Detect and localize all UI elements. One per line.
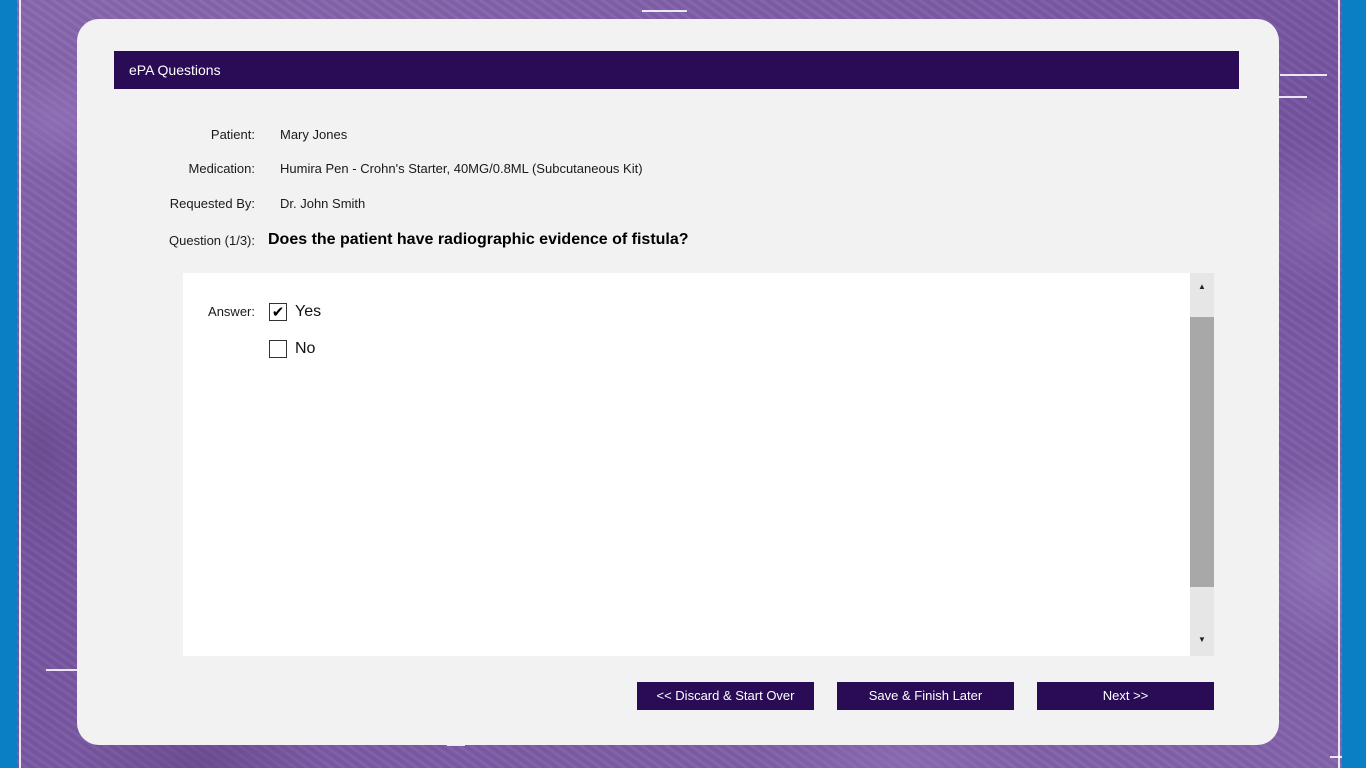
medication-value: Humira Pen - Crohn's Starter, 40MG/0.8ML…: [280, 161, 643, 176]
dialog-title: ePA Questions: [114, 51, 1239, 89]
decor-line: [642, 10, 687, 12]
decor-line: [46, 669, 77, 671]
decor-line: [1330, 756, 1342, 758]
scroll-down-button[interactable]: ▼: [1190, 628, 1214, 650]
answer-panel: Answer: ✔ Yes No ▲ ▼: [183, 273, 1214, 656]
triangle-up-icon: ▲: [1198, 281, 1206, 291]
question-text: Does the patient have radiographic evide…: [268, 231, 689, 248]
scroll-thumb[interactable]: [1190, 317, 1214, 587]
right-edge-strip: [1342, 0, 1366, 768]
decor-line: [1280, 74, 1327, 76]
no-label: No: [295, 340, 316, 357]
check-icon: ✔: [271, 303, 285, 321]
right-edge-line: [1338, 0, 1340, 768]
no-checkbox[interactable]: [269, 340, 287, 358]
left-edge-line: [19, 0, 21, 768]
triangle-down-icon: ▼: [1198, 634, 1206, 644]
answer-label: Answer:: [208, 304, 255, 319]
answer-option-yes[interactable]: ✔ Yes: [269, 303, 321, 321]
discard-start-over-button[interactable]: << Discard & Start Over: [637, 682, 814, 710]
medication-label: Medication:: [188, 161, 255, 176]
decor-line: [1278, 96, 1307, 98]
answer-option-no[interactable]: No: [269, 340, 315, 358]
left-edge-strip: [0, 0, 17, 768]
save-finish-later-button[interactable]: Save & Finish Later: [837, 682, 1014, 710]
scroll-up-button[interactable]: ▲: [1190, 275, 1214, 297]
requested-by-value: Dr. John Smith: [280, 196, 366, 211]
question-label: Question (1/3):: [169, 233, 255, 248]
vertical-scrollbar[interactable]: ▲ ▼: [1190, 273, 1214, 656]
patient-value: Mary Jones: [280, 127, 348, 142]
patient-label: Patient:: [210, 127, 255, 142]
epa-questions-dialog: ePA Questions Patient: Mary Jones Medica…: [77, 19, 1279, 745]
yes-label: Yes: [295, 303, 322, 320]
requested-by-label: Requested By:: [169, 196, 255, 211]
yes-checkbox[interactable]: ✔: [269, 303, 287, 321]
next-button[interactable]: Next >>: [1037, 682, 1214, 710]
